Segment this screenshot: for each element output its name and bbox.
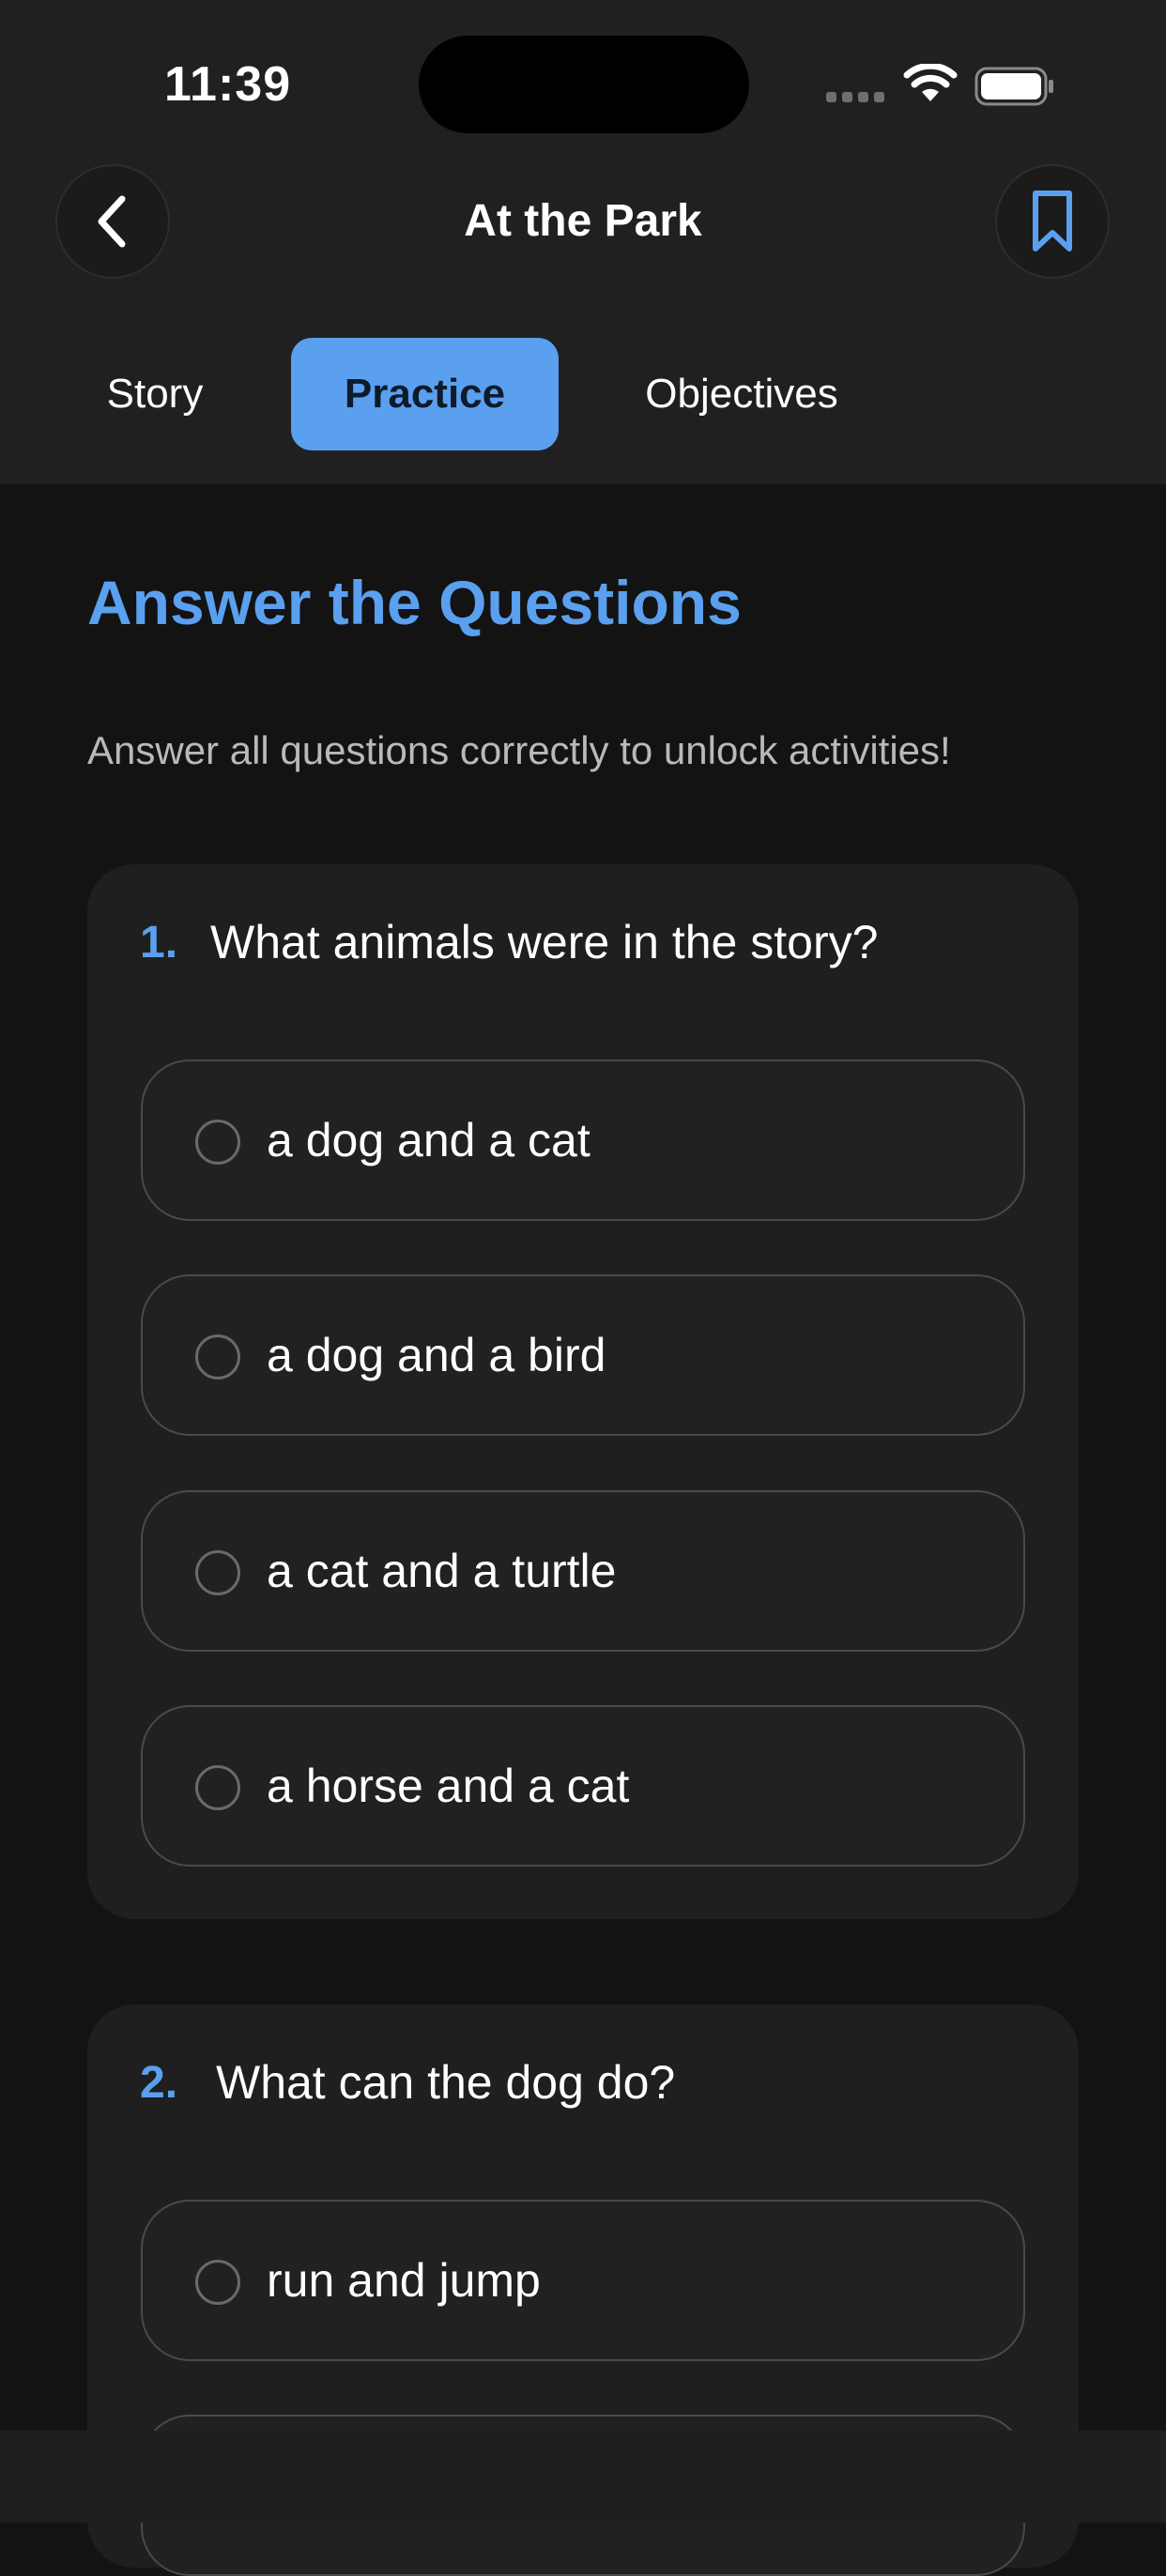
- radio-icon[interactable]: [195, 1765, 240, 1810]
- status-indicators: [824, 58, 1059, 114]
- wifi-icon: [903, 64, 958, 101]
- tab-story[interactable]: Story: [75, 338, 235, 450]
- radio-icon[interactable]: [195, 2260, 240, 2305]
- answer-option[interactable]: a cat and a turtle: [141, 1490, 1025, 1652]
- radio-icon[interactable]: [195, 1120, 240, 1165]
- bookmark-button[interactable]: [995, 164, 1110, 279]
- answer-option-label: a horse and a cat: [267, 1760, 630, 1812]
- back-button[interactable]: [55, 164, 170, 279]
- tab-practice[interactable]: Practice: [291, 338, 559, 450]
- answer-option-label: a dog and a bird: [267, 1329, 606, 1381]
- question-text: What animals were in the story?: [210, 916, 879, 968]
- page-title: At the Park: [464, 196, 702, 246]
- answer-option[interactable]: run and jump: [141, 2200, 1025, 2361]
- bottom-bar: [0, 2431, 1166, 2523]
- answer-option[interactable]: a dog and a cat: [141, 1059, 1025, 1221]
- radio-icon[interactable]: [195, 1550, 240, 1595]
- status-time: 11:39: [164, 57, 292, 112]
- section-title: Answer the Questions: [87, 568, 742, 637]
- header: 11:39 At the Park Story Practice Objecti…: [0, 0, 1166, 484]
- tab-objectives[interactable]: Objectives: [610, 338, 873, 450]
- answer-option-label: a cat and a turtle: [267, 1545, 617, 1597]
- chevron-left-icon: [98, 195, 126, 248]
- question-text: What can the dog do?: [216, 2056, 676, 2109]
- question-number: 2.: [140, 2058, 178, 2108]
- question-number: 1.: [140, 918, 178, 968]
- section-subtitle: Answer all questions correctly to unlock…: [87, 728, 951, 772]
- answer-option[interactable]: a dog and a bird: [141, 1274, 1025, 1436]
- question-card-1: 1. What animals were in the story? a dog…: [87, 864, 1079, 1919]
- signal-icon: [826, 92, 884, 102]
- bookmark-icon: [1033, 191, 1072, 252]
- battery-icon: [974, 67, 1053, 106]
- answer-option-label: a dog and a cat: [267, 1114, 591, 1166]
- dynamic-island: [419, 36, 749, 133]
- answer-option-label: run and jump: [267, 2254, 541, 2307]
- radio-icon[interactable]: [195, 1334, 240, 1379]
- answer-option[interactable]: a horse and a cat: [141, 1705, 1025, 1867]
